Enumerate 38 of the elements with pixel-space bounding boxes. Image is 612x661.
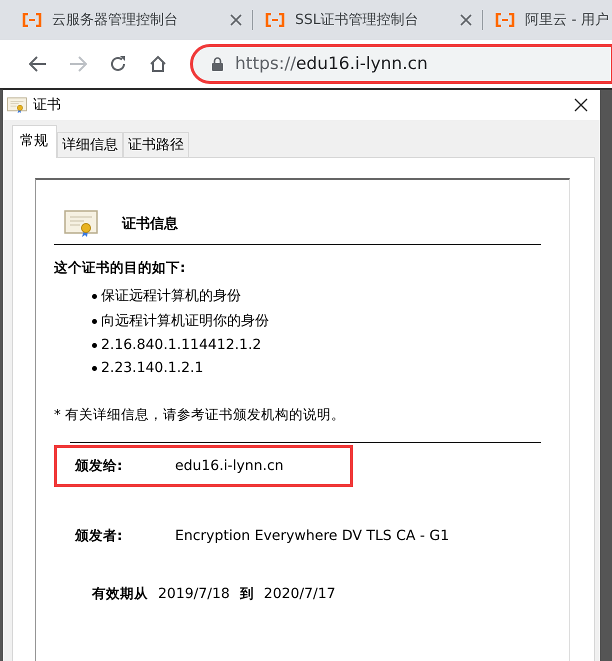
purpose-item: 2.23.140.1.2.1 [101,360,204,376]
purpose-label: 这个证书的目的如下: [54,259,186,277]
tab[interactable]: 常规 [12,125,57,158]
tab[interactable]: 详细信息 [57,132,123,157]
bullet-icon [92,318,97,324]
reload-icon[interactable] [109,55,127,73]
field-label: 颁发给: [75,457,124,475]
tab[interactable]: 证书路径 [123,132,189,157]
home-icon[interactable] [149,55,167,73]
field-label: 颁发者: [75,527,124,545]
note-text: * 有关详细信息，请参考证书颁发机构的说明。 [54,406,346,424]
validity-label: 有效期从 [92,585,148,603]
bullet-icon [92,366,97,370]
bullet-icon [92,342,97,348]
browser-tab[interactable]: 阿里云 - 用户 [482,10,612,30]
bracket-logo-icon [22,13,42,27]
window-title: 证书 [33,96,61,114]
certificate-icon [7,96,27,114]
date-text: 2020/7/17 [264,586,336,602]
bullet-icon [92,294,97,298]
field-value: Encryption Everywhere DV TLS CA - G1 [175,528,450,544]
certificate-icon [64,210,98,238]
bracket-logo-icon [495,13,515,27]
purpose-item: 向远程计算机证明你的身份 [101,312,269,330]
section-heading: 证书信息 [122,215,178,233]
address-bar[interactable]: https://edu16.i-lynn.cn [192,46,612,82]
to-label: 到 [240,585,254,603]
back-arrow-icon[interactable] [29,56,47,72]
browser-tab[interactable]: SSL证书管理控制台 [252,10,482,30]
purpose-item: 保证远程计算机的身份 [101,287,241,305]
close-icon[interactable] [574,98,588,112]
url-text: https://edu16.i-lynn.cn [235,54,428,74]
purpose-item: 2.16.840.1.114412.1.2 [101,337,262,353]
browser-tab[interactable]: 云服务器管理控制台 [22,0,252,40]
lock-icon [212,57,223,71]
field-value: edu16.i-lynn.cn [175,458,284,474]
date-text: 2019/7/18 [158,586,230,602]
bracket-logo-icon [265,13,285,27]
